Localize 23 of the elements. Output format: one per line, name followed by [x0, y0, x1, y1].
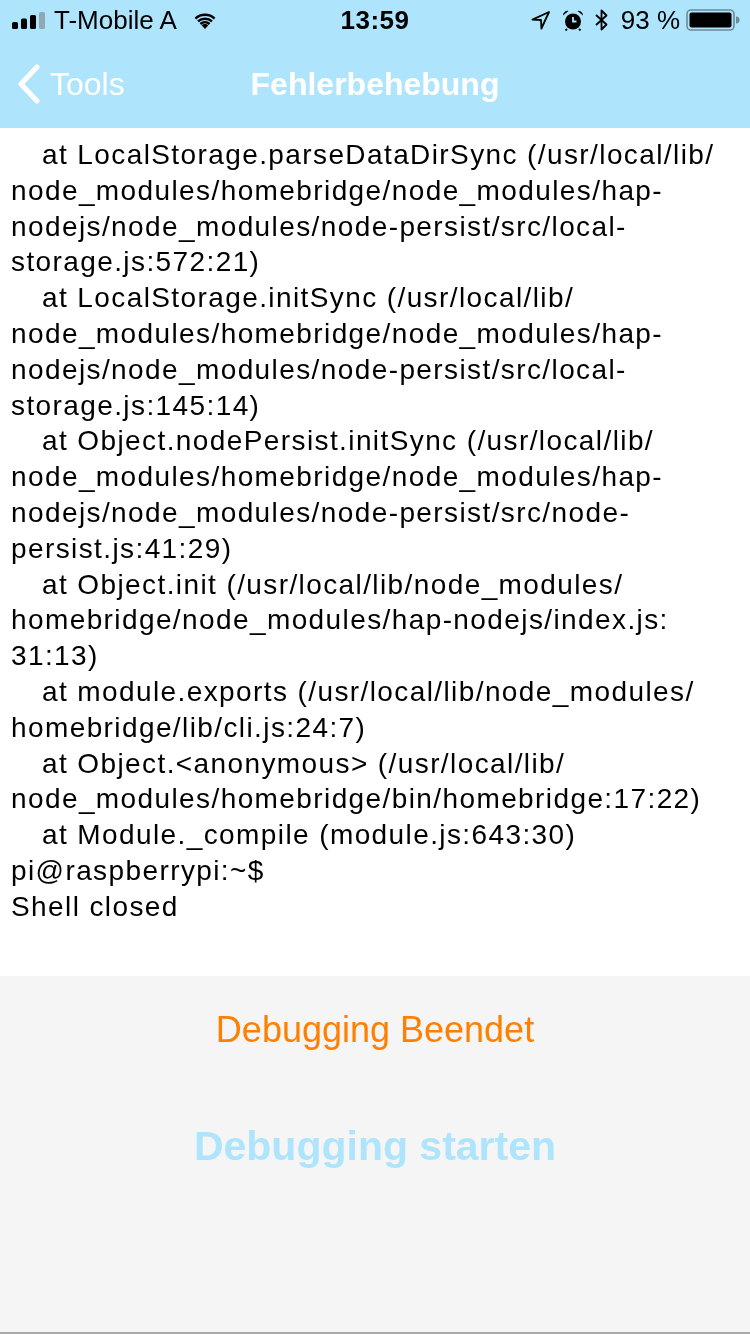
- debug-status: Debugging Beendet: [215, 1008, 535, 1052]
- log-line: at Object.init (/usr/local/lib/node_modules/ homebridge/node_modules/hap-nodejs/index.js: 31:13): [11, 567, 669, 674]
- log-line: at Module._compile (module.js:643:30): [41, 818, 577, 853]
- log-line: at Object.<anonymous> (/usr/local/lib/ node_modules/homebridge/bin/homebridge:17:22): [11, 746, 702, 817]
- back-button[interactable]: Tools: [16, 60, 129, 108]
- log-line: at module.exports (/usr/local/lib/node_modules/ homebridge/lib/cli.js:24:7): [11, 674, 695, 745]
- battery-percent: 93 %: [620, 4, 680, 36]
- alarm-clock-icon: [561, 9, 584, 31]
- wifi-icon: [192, 11, 217, 29]
- log-line: at LocalStorage.initSync (/usr/local/lib/ node_modules/homebridge/node_modules/hap- nodejs/node_modules/node-persist/src/local- storage.js:145:14): [11, 281, 664, 423]
- clock-time: 13:59: [340, 4, 410, 36]
- bluetooth-icon: [594, 9, 608, 31]
- start-debugging-button[interactable]: Debugging starten: [183, 1118, 567, 1174]
- carrier-name: T-Mobile A: [54, 4, 177, 36]
- battery-icon: [686, 9, 740, 31]
- log-line: at Object.nodePersist.initSync (/usr/local/lib/ node_modules/homebridge/node_modules/hap- nodejs/node_modules/node-persist/src/node- persist.js:41:29): [11, 424, 664, 566]
- log-line: pi@raspberrypi:~$: [11, 853, 265, 888]
- chevron-left-icon: [18, 64, 40, 104]
- log-line: Shell closed: [11, 889, 179, 924]
- signal-icon: [12, 11, 46, 29]
- location-arrow-icon: [530, 10, 550, 30]
- log-line: at LocalStorage.parseDataDirSync (/usr/local/lib/ node_modules/homebridge/node_modules/hap- nodejs/node_modules/node-persist/src/local- storage.js:572:21): [11, 138, 715, 280]
- screen-title: Fehlerbehebung: [250, 65, 500, 103]
